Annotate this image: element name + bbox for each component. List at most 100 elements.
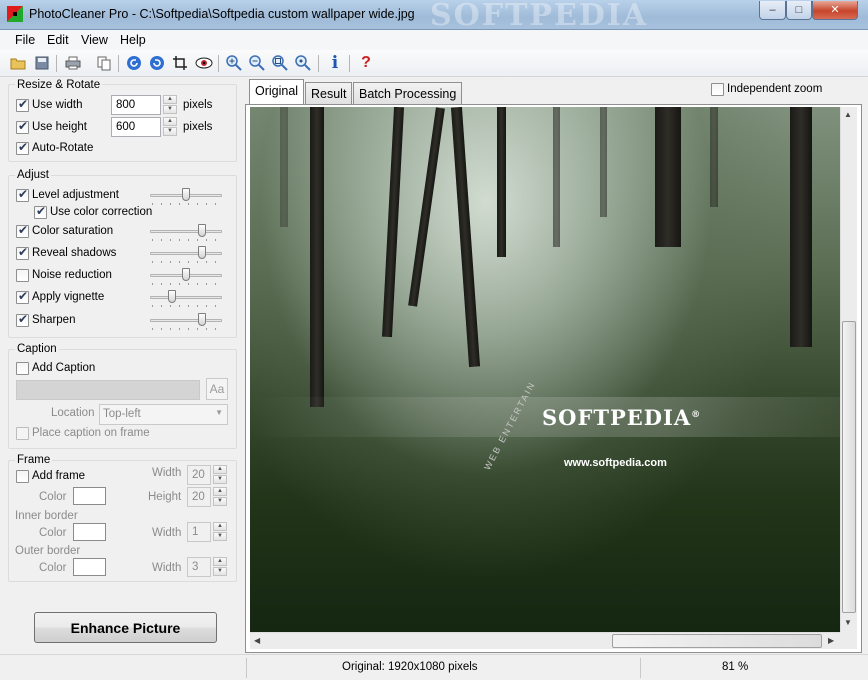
spin-up-icon[interactable]: ▲ <box>213 522 227 531</box>
use-width-checkbox[interactable] <box>16 97 29 112</box>
help-icon[interactable]: ? <box>357 54 375 72</box>
print-icon[interactable] <box>64 54 82 72</box>
location-select[interactable]: Top-left ▼ <box>99 404 228 425</box>
auto-rotate-label: Auto-Rotate <box>32 142 94 154</box>
level-adjustment-label: Level adjustment <box>32 189 119 201</box>
inner-border-color-swatch[interactable] <box>73 523 106 541</box>
spin-up-icon[interactable]: ▲ <box>213 465 227 474</box>
frame-height-spinner[interactable]: ▲ ▼ <box>213 487 227 506</box>
caption-text-input[interactable] <box>16 380 200 400</box>
spin-down-icon[interactable]: ▼ <box>213 567 227 576</box>
vertical-scrollbar[interactable]: ▲ ▼ <box>840 107 857 632</box>
resize-rotate-title: Resize & Rotate <box>15 79 103 91</box>
apply-vignette-checkbox[interactable] <box>16 289 29 304</box>
add-frame-checkbox[interactable] <box>16 470 29 483</box>
close-button[interactable]: ✕ <box>812 1 858 20</box>
noise-reduction-slider[interactable] <box>150 267 222 285</box>
zoom-fit-icon[interactable] <box>271 54 289 72</box>
frame-width-input[interactable]: 20 <box>187 465 211 485</box>
reveal-shadows-slider[interactable] <box>150 245 222 263</box>
title-bar[interactable]: PhotoCleaner Pro - C:\Softpedia\Softpedi… <box>0 0 868 33</box>
maximize-button[interactable]: □ <box>786 1 812 20</box>
inner-border-width-input[interactable]: 1 <box>187 522 211 542</box>
image-preview[interactable]: SOFTPEDIA® www.softpedia.com WEB ENTERTA… <box>250 107 840 632</box>
independent-zoom-checkbox[interactable] <box>711 83 724 96</box>
place-caption-on-frame-checkbox[interactable] <box>16 427 29 440</box>
save-icon[interactable] <box>33 54 51 72</box>
scroll-down-icon[interactable]: ▼ <box>844 618 852 627</box>
outer-width-spinner[interactable]: ▲ ▼ <box>213 557 227 576</box>
width-unit: pixels <box>183 99 213 111</box>
tab-original[interactable]: Original <box>249 79 305 104</box>
inner-width-spinner[interactable]: ▲ ▼ <box>213 522 227 541</box>
outer-border-label: Outer border <box>15 545 81 557</box>
outer-width-label: Width <box>152 562 182 574</box>
vertical-scroll-thumb[interactable] <box>842 321 856 613</box>
open-folder-icon[interactable] <box>9 54 27 72</box>
menu-help[interactable]: Help <box>120 33 146 47</box>
color-saturation-label: Color saturation <box>32 225 114 237</box>
width-input[interactable]: 800 <box>111 95 161 115</box>
spin-down-icon[interactable]: ▼ <box>213 475 227 484</box>
status-zoom: 81 % <box>722 661 749 673</box>
use-color-correction-checkbox[interactable] <box>34 204 47 219</box>
enhance-picture-button[interactable]: Enhance Picture <box>34 612 217 643</box>
horizontal-scrollbar[interactable]: ◀ ▶ <box>250 632 840 649</box>
spin-up-icon[interactable]: ▲ <box>163 117 177 126</box>
image-url-text: www.softpedia.com <box>564 457 667 469</box>
sharpen-slider[interactable] <box>150 312 222 330</box>
status-image-info: Original: 1920x1080 pixels <box>342 661 478 673</box>
caption-font-button[interactable]: Aa <box>206 378 228 400</box>
zoom-actual-icon[interactable] <box>294 54 312 72</box>
frame-width-spinner[interactable]: ▲ ▼ <box>213 465 227 484</box>
menu-file[interactable]: File <box>15 33 35 47</box>
horizontal-scroll-thumb[interactable] <box>612 634 822 648</box>
zoom-out-icon[interactable] <box>248 54 266 72</box>
sharpen-checkbox[interactable] <box>16 312 29 327</box>
add-caption-checkbox[interactable] <box>16 362 29 375</box>
spin-up-icon[interactable]: ▲ <box>213 487 227 496</box>
level-adjustment-checkbox[interactable] <box>16 187 29 202</box>
rotate-left-icon[interactable] <box>125 54 143 72</box>
status-bar: Original: 1920x1080 pixels 81 % <box>0 654 868 680</box>
scroll-up-icon[interactable]: ▲ <box>844 110 852 119</box>
noise-reduction-checkbox[interactable] <box>16 269 29 282</box>
tab-result[interactable]: Result <box>305 82 353 104</box>
spin-down-icon[interactable]: ▼ <box>213 497 227 506</box>
minimize-button[interactable]: – <box>759 1 786 20</box>
spin-down-icon[interactable]: ▼ <box>163 127 177 136</box>
spin-up-icon[interactable]: ▲ <box>163 95 177 104</box>
height-unit: pixels <box>183 121 213 133</box>
zoom-in-icon[interactable] <box>225 54 243 72</box>
noise-reduction-label: Noise reduction <box>32 269 112 281</box>
apply-vignette-slider[interactable] <box>150 289 222 307</box>
spin-down-icon[interactable]: ▼ <box>213 532 227 541</box>
frame-color-swatch[interactable] <box>73 487 106 505</box>
level-adjustment-slider[interactable] <box>150 187 222 205</box>
preview-eye-icon[interactable] <box>195 54 213 72</box>
inner-border-label: Inner border <box>15 510 78 522</box>
use-height-checkbox[interactable] <box>16 119 29 134</box>
height-spinner[interactable]: ▲ ▼ <box>163 117 177 136</box>
auto-rotate-checkbox[interactable] <box>16 140 29 155</box>
copy-icon[interactable] <box>95 54 113 72</box>
crop-icon[interactable] <box>171 54 189 72</box>
scroll-right-icon[interactable]: ▶ <box>828 636 834 645</box>
menu-edit[interactable]: Edit <box>47 33 69 47</box>
outer-border-width-input[interactable]: 3 <box>187 557 211 577</box>
rotate-right-icon[interactable] <box>148 54 166 72</box>
menu-view[interactable]: View <box>81 33 108 47</box>
frame-height-input[interactable]: 20 <box>187 487 211 507</box>
scroll-left-icon[interactable]: ◀ <box>254 636 260 645</box>
spin-down-icon[interactable]: ▼ <box>163 105 177 114</box>
height-input[interactable]: 600 <box>111 117 161 137</box>
spin-up-icon[interactable]: ▲ <box>213 557 227 566</box>
color-saturation-slider[interactable] <box>150 223 222 241</box>
tab-batch-processing[interactable]: Batch Processing <box>353 82 463 104</box>
info-icon[interactable]: i <box>326 53 344 73</box>
apply-vignette-label: Apply vignette <box>32 291 105 303</box>
outer-border-color-swatch[interactable] <box>73 558 106 576</box>
width-spinner[interactable]: ▲ ▼ <box>163 95 177 114</box>
reveal-shadows-checkbox[interactable] <box>16 245 29 260</box>
color-saturation-checkbox[interactable] <box>16 223 29 238</box>
